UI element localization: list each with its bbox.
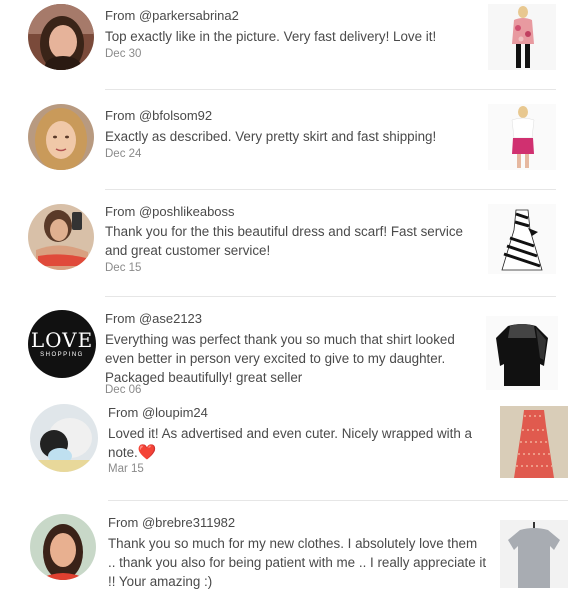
reviewer-username[interactable]: From @brebre311982: [108, 515, 235, 530]
review-message: Top exactly like in the picture. Very fa…: [105, 29, 437, 44]
review-date: Dec 30: [105, 48, 142, 60]
divider: [105, 89, 556, 90]
reviewer-username[interactable]: From @ase2123: [105, 311, 202, 326]
review-date: Mar 15: [108, 463, 144, 475]
logo-subtext: SHOPPING: [40, 352, 84, 358]
review-date: Dec 24: [105, 148, 142, 160]
review-message: Everything was perfect thank you so much…: [105, 332, 455, 385]
reviewer-username[interactable]: From @parkersabrina2: [105, 8, 239, 23]
item-thumbnail[interactable]: [488, 204, 556, 274]
item-thumbnail[interactable]: [488, 4, 556, 70]
avatar[interactable]: [28, 4, 94, 70]
item-thumbnail[interactable]: [500, 520, 568, 588]
divider: [108, 500, 568, 501]
review-item: LOVE SHOPPING From @ase2123 Everything w…: [0, 304, 580, 404]
divider: [105, 189, 556, 190]
review-message: Loved it! As advertised and even cuter. …: [108, 424, 478, 462]
review-message-text: Loved it! As advertised and even cuter. …: [108, 426, 472, 460]
review-item: From @loupim24 Loved it! As advertised a…: [0, 400, 580, 500]
avatar[interactable]: [30, 404, 98, 472]
avatar[interactable]: [28, 104, 94, 170]
review-date: Dec 06: [105, 384, 142, 396]
divider: [105, 296, 556, 297]
reviewer-username[interactable]: From @bfolsom92: [105, 108, 212, 123]
avatar[interactable]: LOVE SHOPPING: [28, 310, 96, 378]
review-message: Thank you so much for my new clothes. I …: [108, 536, 487, 589]
item-thumbnail[interactable]: [486, 316, 558, 390]
avatar[interactable]: [30, 514, 96, 580]
review-item: From @parkersabrina2 Top exactly like in…: [0, 0, 580, 88]
reviewer-username[interactable]: From @loupim24: [108, 405, 208, 420]
review-message: Thank you for the this beautiful dress a…: [105, 224, 463, 258]
review-date: Dec 15: [105, 262, 142, 274]
item-thumbnail[interactable]: [500, 406, 568, 478]
review-item: From @bfolsom92 Exactly as described. Ve…: [0, 100, 580, 188]
love-shopping-logo: LOVE SHOPPING: [28, 310, 96, 378]
logo-text: LOVE: [30, 328, 94, 352]
heart-emoji-icon: ❤️: [137, 444, 157, 461]
review-item: From @brebre311982 Thank you so much for…: [0, 508, 580, 589]
avatar[interactable]: [28, 204, 94, 270]
review-item: From @poshlikeaboss Thank you for the th…: [0, 196, 580, 296]
reviewer-username[interactable]: From @poshlikeaboss: [105, 204, 235, 219]
item-thumbnail[interactable]: [488, 104, 556, 170]
review-message: Exactly as described. Very pretty skirt …: [105, 129, 437, 144]
